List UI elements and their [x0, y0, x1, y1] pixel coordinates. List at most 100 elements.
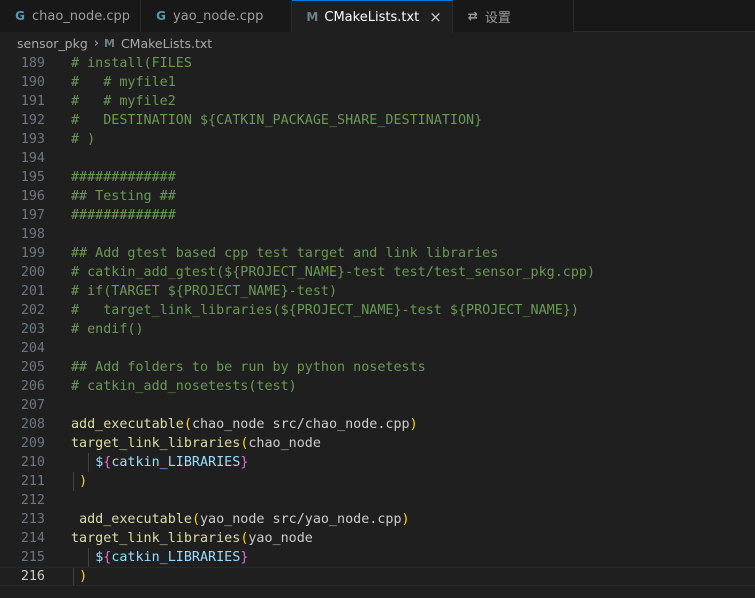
- line-number: 215: [20, 550, 45, 565]
- cmake-file-icon: M: [104, 36, 115, 50]
- code-line[interactable]: 213 add_executable(yao_node src/yao_node…: [0, 510, 755, 529]
- code-line[interactable]: 201 # if(TARGET ${PROJECT_NAME}-test): [0, 282, 755, 301]
- comment-text: # DESTINATION ${CATKIN_PACKAGE_SHARE_DES…: [71, 113, 483, 128]
- code-content: #############: [71, 168, 176, 187]
- code-line[interactable]: 194: [0, 149, 755, 168]
- line-number: 214: [20, 531, 45, 546]
- bracket: ): [409, 417, 418, 432]
- code-line[interactable]: 196 ## Testing ##: [0, 187, 755, 206]
- line-number: 204: [20, 341, 45, 356]
- line-number: 207: [20, 398, 45, 413]
- code-content: # endif(): [71, 320, 144, 339]
- tab-chao-node-cpp[interactable]: G chao_node.cpp: [0, 0, 142, 32]
- line-number: 194: [20, 151, 45, 166]
- line-number: 201: [20, 284, 45, 299]
- code-content: # # myfile1: [71, 73, 176, 92]
- code-line[interactable]: 199 ## Add gtest based cpp test target an…: [0, 244, 755, 263]
- code-content: # target_link_libraries(${PROJECT_NAME}-…: [71, 301, 579, 320]
- tab-bar: G chao_node.cpp G yao_node.cpp M CMakeLi…: [0, 0, 755, 33]
- function-args: yao_node src/yao_node.cpp: [200, 512, 402, 527]
- function-args: chao_node src/chao_node.cpp: [191, 417, 410, 432]
- line-number: 212: [20, 493, 45, 508]
- code-line[interactable]: 192 # DESTINATION ${CATKIN_PACKAGE_SHARE_…: [0, 111, 755, 130]
- code-content: # DESTINATION ${CATKIN_PACKAGE_SHARE_DES…: [71, 111, 482, 130]
- code-content: target_link_libraries(yao_node: [71, 529, 313, 548]
- line-number: 216: [20, 569, 45, 584]
- code-content: # install(FILES: [71, 54, 192, 73]
- code-line[interactable]: 215 ${catkin_LIBRARIES}: [0, 548, 755, 567]
- code-line[interactable]: 210 ${catkin_LIBRARIES}: [0, 453, 755, 472]
- code-line[interactable]: 195 #############: [0, 168, 755, 187]
- code-content: #############: [71, 206, 176, 225]
- line-number: 203: [20, 322, 45, 337]
- tab-settings[interactable]: ⇄ 设置: [452, 0, 574, 32]
- line-number: 191: [20, 94, 45, 109]
- variable-name: catkin_LIBRARIES: [111, 550, 241, 565]
- cmake-file-icon: M: [306, 10, 319, 24]
- code-line[interactable]: 200 # catkin_add_gtest(${PROJECT_NAME}-te…: [0, 263, 755, 282]
- line-number: 192: [20, 113, 45, 128]
- code-line[interactable]: 189 # install(FILES: [0, 54, 755, 73]
- code-line[interactable]: 205 ## Add folders to be run by python no…: [0, 358, 755, 377]
- code-line[interactable]: 216 ): [0, 567, 755, 586]
- line-number: 198: [20, 227, 45, 242]
- code-line[interactable]: 197 #############: [0, 206, 755, 225]
- line-number: 196: [20, 189, 45, 204]
- code-content: ${catkin_LIBRARIES}: [71, 548, 248, 567]
- line-number: 211: [20, 474, 45, 489]
- bracket: }: [240, 455, 249, 470]
- code-line[interactable]: 193 # ): [0, 130, 755, 149]
- comment-text: # target_link_libraries(${PROJECT_NAME}-…: [71, 303, 579, 318]
- cpp-file-icon: G: [15, 9, 25, 23]
- line-number: 189: [20, 56, 45, 71]
- code-content: # ): [71, 130, 95, 149]
- comment-text: # catkin_add_nosetests(test): [71, 379, 297, 394]
- line-number: 190: [20, 75, 45, 90]
- tab-cmakelists-txt[interactable]: M CMakeLists.txt ×: [292, 0, 453, 33]
- code-line[interactable]: 212: [0, 491, 755, 510]
- code-line[interactable]: 190 # # myfile1: [0, 73, 755, 92]
- breadcrumb-file[interactable]: CMakeLists.txt: [121, 36, 212, 51]
- variable-name: catkin_LIBRARIES: [111, 455, 241, 470]
- code-content: # catkin_add_gtest(${PROJECT_NAME}-test …: [71, 263, 595, 282]
- code-line[interactable]: 204: [0, 339, 755, 358]
- code-content: add_executable(chao_node src/chao_node.c…: [71, 415, 418, 434]
- comment-text: ## Add folders to be run by python noset…: [71, 360, 426, 375]
- code-content: add_executable(yao_node src/yao_node.cpp…: [71, 510, 410, 529]
- comment-text: ## Testing ##: [71, 189, 176, 204]
- bracket: ): [401, 512, 410, 527]
- code-line[interactable]: 206 # catkin_add_nosetests(test): [0, 377, 755, 396]
- code-line[interactable]: 203 # endif(): [0, 320, 755, 339]
- comment-text: #############: [71, 208, 176, 223]
- code-editor[interactable]: 189 # install(FILES 190 # # myfile1 191 # # m…: [0, 54, 755, 586]
- code-line[interactable]: 202 # target_link_libraries(${PROJECT_NAM…: [0, 301, 755, 320]
- breadcrumb-folder[interactable]: sensor_pkg: [17, 36, 88, 51]
- comment-text: # ): [71, 132, 96, 147]
- code-line[interactable]: 208 add_executable(chao_node src/chao_nod…: [0, 415, 755, 434]
- code-line[interactable]: 211 ): [0, 472, 755, 491]
- tab-bar-empty-space: [573, 0, 755, 31]
- code-line[interactable]: 209 target_link_libraries(chao_node: [0, 434, 755, 453]
- comment-text: # catkin_add_gtest(${PROJECT_NAME}-test …: [71, 265, 596, 280]
- tab-yao-node-cpp[interactable]: G yao_node.cpp: [141, 0, 293, 32]
- close-icon[interactable]: ×: [429, 8, 442, 26]
- code-content: ): [71, 472, 87, 491]
- line-number: 205: [20, 360, 45, 375]
- line-number: 199: [20, 246, 45, 261]
- tab-label: CMakeLists.txt: [324, 9, 420, 25]
- bracket: (: [191, 512, 200, 527]
- code-content: ${catkin_LIBRARIES}: [71, 453, 248, 472]
- tab-label: 设置: [484, 10, 511, 26]
- bracket: ): [79, 474, 88, 489]
- code-line[interactable]: 198: [0, 225, 755, 244]
- function-args: chao_node: [248, 436, 321, 451]
- code-line[interactable]: 214 target_link_libraries(yao_node: [0, 529, 755, 548]
- code-line[interactable]: 207: [0, 396, 755, 415]
- comment-text: ## Add gtest based cpp test target and l…: [71, 246, 499, 261]
- code-line[interactable]: 191 # # myfile2: [0, 92, 755, 111]
- code-content: ): [71, 567, 87, 586]
- code-content: # # myfile2: [71, 92, 176, 111]
- code-content: # catkin_add_nosetests(test): [71, 377, 297, 396]
